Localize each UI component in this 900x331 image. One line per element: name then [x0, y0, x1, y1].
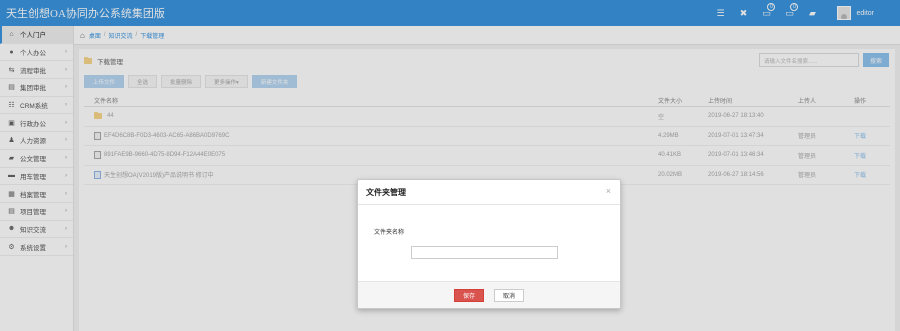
cancel-button[interactable]: 取消 [494, 288, 525, 302]
dialog-body: 文件夹名称 [358, 205, 620, 283]
folder-name-label: 文件夹名称 [374, 230, 405, 236]
save-button[interactable]: 保存 [453, 288, 484, 302]
dialog-footer: 保存 取消 [358, 281, 620, 308]
folder-manage-dialog: 文件夹管理 × 文件夹名称 保存 取消 [357, 179, 621, 309]
dialog-header: 文件夹管理 × [358, 180, 620, 205]
folder-name-input[interactable] [411, 246, 558, 259]
dialog-title: 文件夹管理 [366, 187, 406, 197]
close-icon[interactable]: × [606, 186, 611, 196]
